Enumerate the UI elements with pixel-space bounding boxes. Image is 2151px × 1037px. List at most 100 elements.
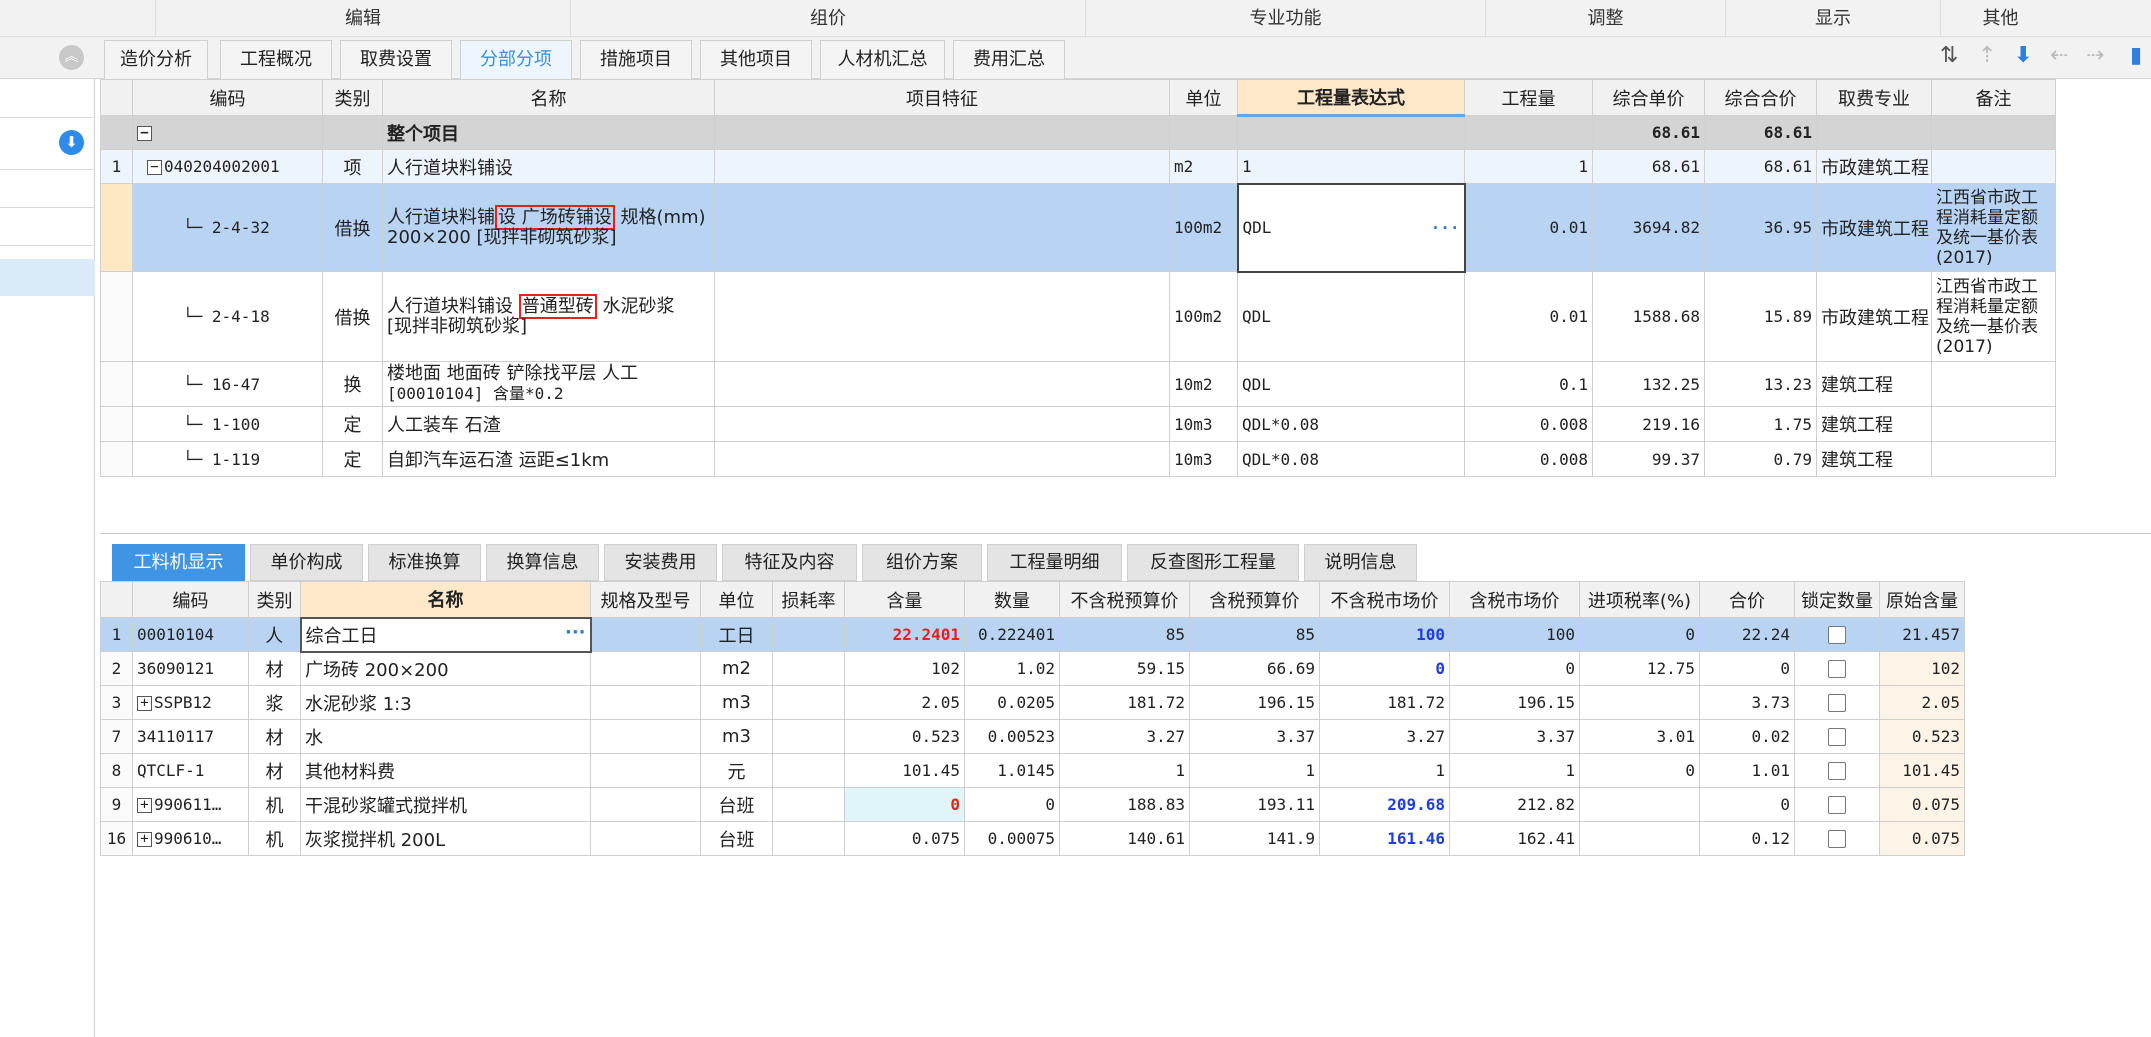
- resource-code[interactable]: 34110117: [132, 719, 249, 754]
- resource-unit[interactable]: m3: [700, 719, 773, 754]
- resource-code[interactable]: QTCLF-1: [132, 753, 249, 788]
- tab-unit-price-composition[interactable]: 单价构成: [250, 544, 363, 581]
- header-total[interactable]: 合价: [1699, 581, 1795, 618]
- resource-row[interactable]: 9 +990611… 机干混砂浆罐式搅拌机 台班 0 0 188.83 193.11 209.6…: [100, 787, 1965, 822]
- quota-expr[interactable]: QDL: [1237, 361, 1465, 407]
- resource-lock-qty[interactable]: [1794, 787, 1880, 822]
- item-name[interactable]: 人行道块料铺设: [382, 149, 715, 184]
- resource-code[interactable]: 00010104: [132, 617, 249, 652]
- tab-description-info[interactable]: 说明信息: [1304, 544, 1417, 581]
- ribbon-group-adjust[interactable]: 调整: [1485, 0, 1725, 37]
- resource-content[interactable]: 22.2401: [844, 617, 965, 652]
- quota-name[interactable]: 人行道块料铺设 普通型砖 水泥砂浆 [现拌非砌筑砂浆]: [382, 271, 715, 362]
- quota-row[interactable]: └─ 1-119 定 自卸汽车运石渣 运距≤1km 10m3 QDL*0.08 …: [100, 441, 2056, 477]
- left-panel-selected-item[interactable]: [0, 259, 95, 296]
- lock-qty-checkbox[interactable]: [1828, 660, 1846, 679]
- item-expr[interactable]: 1: [1237, 149, 1465, 184]
- resource-name[interactable]: 综合工日 ···: [299, 616, 592, 653]
- resource-market-ex-tax[interactable]: 181.72: [1319, 685, 1450, 720]
- ribbon-group-pricing[interactable]: 组价: [570, 0, 1085, 37]
- header-quantity[interactable]: 工程量: [1464, 79, 1593, 116]
- quota-row[interactable]: └─ 16-47 换 楼地面 地面砖 铲除找平层 人工 [00010104] 含量…: [100, 361, 2056, 407]
- resource-spec[interactable]: [590, 617, 701, 652]
- resource-name[interactable]: 灰浆搅拌机 200L: [300, 821, 591, 856]
- resource-lock-qty[interactable]: [1794, 719, 1880, 754]
- resource-lock-qty[interactable]: [1794, 651, 1880, 686]
- tab-project-overview[interactable]: 工程概况: [220, 40, 332, 79]
- header-unit-price[interactable]: 综合单价: [1592, 79, 1705, 116]
- resource-market-in-tax[interactable]: 100: [1449, 617, 1580, 652]
- tab-sub-items[interactable]: 分部分项: [460, 40, 572, 79]
- resource-spec[interactable]: [590, 787, 701, 822]
- quota-expr[interactable]: QDL*0.08: [1237, 406, 1465, 442]
- resource-market-ex-tax[interactable]: 1: [1319, 753, 1450, 788]
- lock-qty-checkbox[interactable]: [1828, 694, 1846, 713]
- tab-measures[interactable]: 措施项目: [580, 40, 692, 79]
- tree-collapse-icon[interactable]: −: [137, 126, 152, 141]
- lock-qty-checkbox[interactable]: [1828, 830, 1846, 849]
- header-unit[interactable]: 单位: [1169, 79, 1238, 116]
- resource-market-in-tax[interactable]: 212.82: [1449, 787, 1580, 822]
- resource-row[interactable]: 1 00010104 人综合工日 ··· 工日 22.2401 0.222401 85 85 10…: [100, 616, 1965, 653]
- resource-loss-rate[interactable]: [772, 617, 845, 652]
- tab-reverse-graphic-quantity[interactable]: 反查图形工程量: [1127, 544, 1299, 581]
- quota-specialty[interactable]: 建筑工程: [1816, 406, 1932, 442]
- resource-market-ex-tax[interactable]: 0: [1319, 651, 1450, 686]
- resource-content[interactable]: 102: [844, 651, 965, 686]
- resource-market-in-tax[interactable]: 162.41: [1449, 821, 1580, 856]
- quota-specialty[interactable]: 建筑工程: [1816, 441, 1932, 477]
- bill-item-row[interactable]: 1 −040204002001 项 人行道块料铺设 m2 1 1 68.61 6…: [100, 149, 2056, 184]
- header-name[interactable]: 名称: [382, 79, 715, 116]
- arrow-left-icon[interactable]: ⇠: [2050, 43, 2068, 68]
- header-code[interactable]: 编码: [132, 79, 323, 116]
- resource-input-tax-rate[interactable]: [1579, 821, 1700, 856]
- header-feature[interactable]: 项目特征: [714, 79, 1170, 116]
- resource-unit[interactable]: 台班: [700, 787, 773, 822]
- resource-row[interactable]: 16 +990610… 机灰浆搅拌机 200L 台班 0.075 0.00075 140.6…: [100, 821, 1965, 856]
- tab-features-content[interactable]: 特征及内容: [722, 544, 857, 581]
- header-spec[interactable]: 规格及型号: [590, 581, 701, 618]
- total-row[interactable]: − 整个项目 68.61 68.61: [100, 115, 2056, 150]
- header-quantity-expression[interactable]: 工程量表达式: [1237, 79, 1465, 117]
- quota-specialty[interactable]: 建筑工程: [1816, 361, 1932, 407]
- quota-specialty[interactable]: 市政建筑工程: [1816, 271, 1932, 362]
- resource-input-tax-rate[interactable]: 0: [1579, 617, 1700, 652]
- collapse-up-icon[interactable]: ︽: [59, 45, 84, 70]
- ribbon-group-display[interactable]: 显示: [1725, 0, 1940, 37]
- item-specialty[interactable]: 市政建筑工程: [1816, 149, 1932, 184]
- resource-row[interactable]: 8 QTCLF-1 材其他材料费元 101.45 1.0145 1 1 1 1 0 1.01 101.…: [100, 753, 1965, 788]
- quota-name[interactable]: 人工装车 石渣: [382, 406, 715, 442]
- header-type[interactable]: 类别: [322, 79, 383, 116]
- resource-unit[interactable]: 工日: [700, 617, 773, 652]
- header-original-content[interactable]: 原始含量: [1879, 581, 1965, 618]
- resource-unit[interactable]: m3: [700, 685, 773, 720]
- resource-spec[interactable]: [590, 685, 701, 720]
- quota-unit[interactable]: 10m2: [1169, 361, 1238, 407]
- header-market-in-tax[interactable]: 含税市场价: [1449, 581, 1580, 618]
- header-market-ex-tax[interactable]: 不含税市场价: [1319, 581, 1450, 618]
- resource-lock-qty[interactable]: [1794, 617, 1880, 652]
- header-code[interactable]: 编码: [132, 581, 249, 618]
- resource-input-tax-rate[interactable]: [1579, 685, 1700, 720]
- tab-conversion-info[interactable]: 换算信息: [486, 544, 599, 581]
- item-unit[interactable]: m2: [1169, 149, 1238, 184]
- lock-qty-checkbox[interactable]: [1828, 728, 1846, 747]
- resource-lock-qty[interactable]: [1794, 685, 1880, 720]
- quota-row[interactable]: └─ 2-4-32 借换 人行道块料铺设 广场砖铺设 规格(mm) 200×200…: [100, 182, 2056, 273]
- resource-content[interactable]: 0: [844, 787, 965, 822]
- ribbon-group-specialty[interactable]: 专业功能: [1085, 0, 1485, 37]
- ribbon-group-edit[interactable]: 编辑: [155, 0, 570, 37]
- resource-name[interactable]: 水泥砂浆 1:3: [300, 685, 591, 720]
- more-dots-icon[interactable]: ···: [1431, 218, 1460, 237]
- resource-unit[interactable]: 元: [700, 753, 773, 788]
- ribbon-group-other[interactable]: 其他: [1940, 0, 2060, 37]
- resource-loss-rate[interactable]: [772, 787, 845, 822]
- quota-row[interactable]: └─ 1-100 定 人工装车 石渣 10m3 QDL*0.08 0.008 2…: [100, 406, 2056, 442]
- tab-cost-analysis[interactable]: 造价分析: [104, 40, 208, 79]
- header-loss-rate[interactable]: 损耗率: [772, 581, 845, 618]
- tab-install-fee[interactable]: 安装费用: [604, 544, 717, 581]
- move-down-icon[interactable]: ⬇: [2014, 43, 2032, 68]
- resource-row[interactable]: 3 + SSPB12 浆水泥砂浆 1:3 m3 2.05 0.0205 181.72 196.1…: [100, 685, 1965, 720]
- resource-unit[interactable]: 台班: [700, 821, 773, 856]
- quota-row[interactable]: └─ 2-4-18 借换 人行道块料铺设 普通型砖 水泥砂浆 [现拌非砌筑砂浆]…: [100, 271, 2056, 362]
